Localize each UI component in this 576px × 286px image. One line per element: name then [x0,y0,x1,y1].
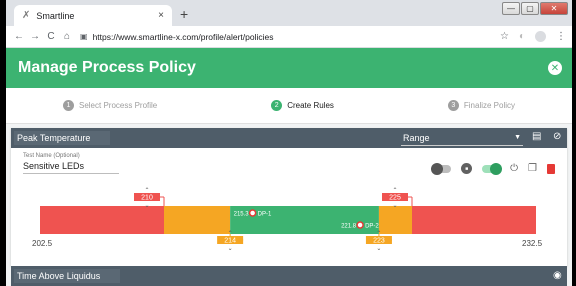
data-point-value-2: 221.8 [341,224,357,230]
step-select-process-profile[interactable]: 1 Select Process Profile [62,100,158,111]
save-file-icon[interactable]: ▤ [532,131,541,142]
upper-red-handle-value: 225 [389,195,401,202]
data-point-label-1: DP-1 [258,212,272,218]
axis-max-label: 232.5 [522,239,543,248]
lock-icon: ▣ [80,32,88,41]
step-number: 1 [62,100,74,111]
page-title: Manage Process Policy [18,59,196,76]
segment-lower-red [40,206,164,234]
lower-red-handle-up-chevron-icon: ⌃ [144,187,149,194]
upper-orange-handle-down-chevron-icon: ⌄ [376,246,381,252]
address-bar: ← → C ⌂ ▣ https://www.smartline-x.com/pr… [6,26,572,48]
step-label: Finalize Policy [463,101,516,110]
minimize-button[interactable]: — [502,2,520,15]
app-header: Manage Process Policy ✕ [6,48,572,88]
tab-bar: ✗ Smartline × + — ▢ ✕ [6,0,572,26]
step-create-rules[interactable]: 2 Create Rules [271,100,334,111]
tab-close-icon[interactable]: × [158,10,164,21]
rule-type-value: Range [403,132,430,143]
window-close-button[interactable]: ✕ [540,2,568,15]
range-chart: 202.5 232.5210⌃⌄214⌃⌄223⌃⌄225⌃⌄215.3 DP-12… [32,187,543,252]
axis-min-label: 202.5 [32,239,53,248]
upper-red-handle-up-chevron-icon: ⌃ [392,187,397,194]
eye-off-icon[interactable]: ⊘ [553,131,561,142]
upper-red-handle-down-chevron-icon: ⌄ [392,203,397,209]
bookmark-star-icon[interactable]: ☆ [500,31,509,42]
data-point-value-1: 215.3 [234,212,250,218]
lower-orange-handle-up-chevron-icon: ⌃ [228,230,233,237]
data-point-label-2: DP-2 [365,224,379,230]
upper-orange-handle-value: 223 [373,238,385,245]
window-controls: — ▢ ✕ [502,2,568,15]
data-point-marker-1 [248,209,257,217]
step-label: Select Process Profile [78,101,158,110]
peak-temperature-panel: Peak Temperature Range ▼ ▤ ⊘ Test Name (… [11,128,567,266]
eye-icon[interactable]: ◉ [553,270,562,281]
browser-window: ✗ Smartline × + — ▢ ✕ ← → C ⌂ ▣ https://… [6,0,572,286]
profile-avatar-icon[interactable] [535,31,546,42]
maximize-button[interactable]: ▢ [521,2,539,15]
home-icon[interactable]: ⌂ [60,31,74,42]
data-point-marker-2 [356,221,364,229]
step-finalize-policy[interactable]: 3 Finalize Policy [447,100,516,111]
url-text: https://www.smartline-x.com/profile/aler… [92,31,274,42]
panel-header: Peak Temperature Range ▼ ▤ ⊘ [11,128,567,148]
rule-type-select[interactable]: Range ▼ [401,130,523,146]
lower-red-handle-down-chevron-icon: ⌄ [144,203,149,209]
browser-tab[interactable]: ✗ Smartline × [14,5,172,26]
browser-menu-icon[interactable]: ⋮ [556,31,566,42]
segment-lower-orange [164,206,231,234]
lower-red-handle-value: 210 [141,195,153,202]
close-dialog-icon[interactable]: ✕ [548,61,562,75]
segment-upper-red [412,206,536,234]
segment-upper-orange [378,206,412,234]
panel-title: Peak Temperature [14,131,111,145]
tab-title: Smartline [36,10,75,21]
new-tab-button[interactable]: + [180,6,188,22]
lower-orange-handle-value: 214 [224,238,236,245]
dropdown-caret-icon: ▼ [514,134,521,141]
panel-body: Test Name (Optional) Sensitive LEDs ■ ⏻ … [11,148,567,266]
back-icon[interactable]: ← [12,31,26,42]
step-number: 2 [271,100,283,111]
forward-icon[interactable]: → [28,31,42,42]
url-field[interactable]: ▣ https://www.smartline-x.com/profile/al… [80,29,500,45]
stepper: 1 Select Process Profile 2 Create Rules … [6,88,572,124]
lower-orange-handle-down-chevron-icon: ⌄ [228,246,233,252]
upper-orange-handle-up-chevron-icon: ⌃ [376,230,381,237]
extension-icon[interactable]: ◐ [519,31,525,42]
step-number: 3 [447,100,459,111]
reload-icon[interactable]: C [44,31,58,42]
step-label: Create Rules [287,101,334,110]
time-above-liquidus-panel-header: Time Above Liquidus ◉ [11,266,567,286]
panel-title: Time Above Liquidus [14,269,121,283]
smartline-favicon-icon: ✗ [22,10,31,21]
